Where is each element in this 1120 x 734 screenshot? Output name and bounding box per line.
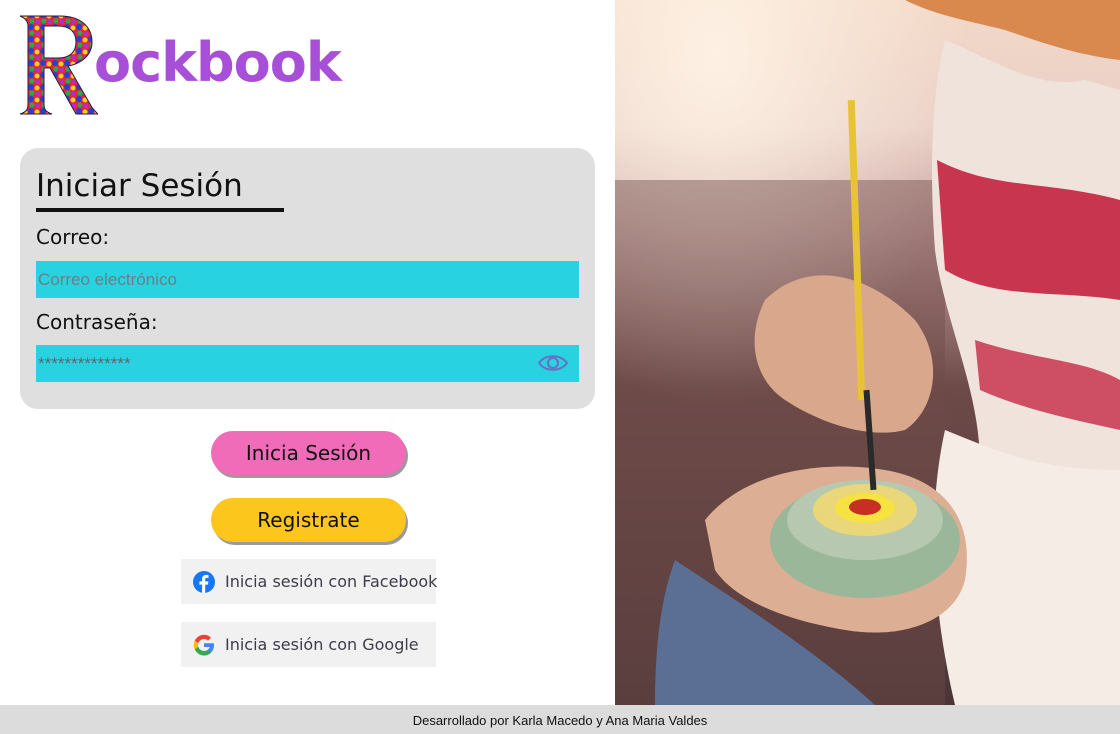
brand-name: ockbook	[94, 31, 342, 94]
facebook-login-button[interactable]: Inicia sesión con Facebook	[181, 559, 438, 604]
logo-initial-r	[19, 15, 98, 115]
password-field[interactable]	[36, 345, 579, 382]
footer-credits: Desarrollado por Karla Macedo y Ana Mari…	[0, 705, 1120, 734]
google-login-label: Inicia sesión con Google	[225, 635, 419, 654]
register-button[interactable]: Registrate	[211, 498, 406, 542]
password-label: Contraseña:	[36, 310, 158, 334]
login-form: Iniciar Sesión Correo: Contraseña:	[20, 148, 595, 409]
email-label: Correo:	[36, 225, 110, 249]
google-login-button[interactable]: Inicia sesión con Google	[181, 622, 436, 667]
google-icon	[193, 634, 214, 655]
login-button[interactable]: Inicia Sesión	[211, 431, 406, 475]
form-title: Iniciar Sesión	[36, 168, 243, 204]
login-panel: ockbook Iniciar Sesión Correo: Contraseñ…	[0, 0, 615, 705]
facebook-icon	[193, 570, 215, 593]
painting-stone-photo	[615, 0, 1120, 705]
rockbook-logo: ockbook	[16, 10, 342, 118]
facebook-login-label: Inicia sesión con Facebook	[225, 572, 438, 591]
title-underline	[36, 208, 284, 212]
eye-icon[interactable]	[537, 352, 569, 374]
email-field[interactable]	[36, 261, 579, 298]
